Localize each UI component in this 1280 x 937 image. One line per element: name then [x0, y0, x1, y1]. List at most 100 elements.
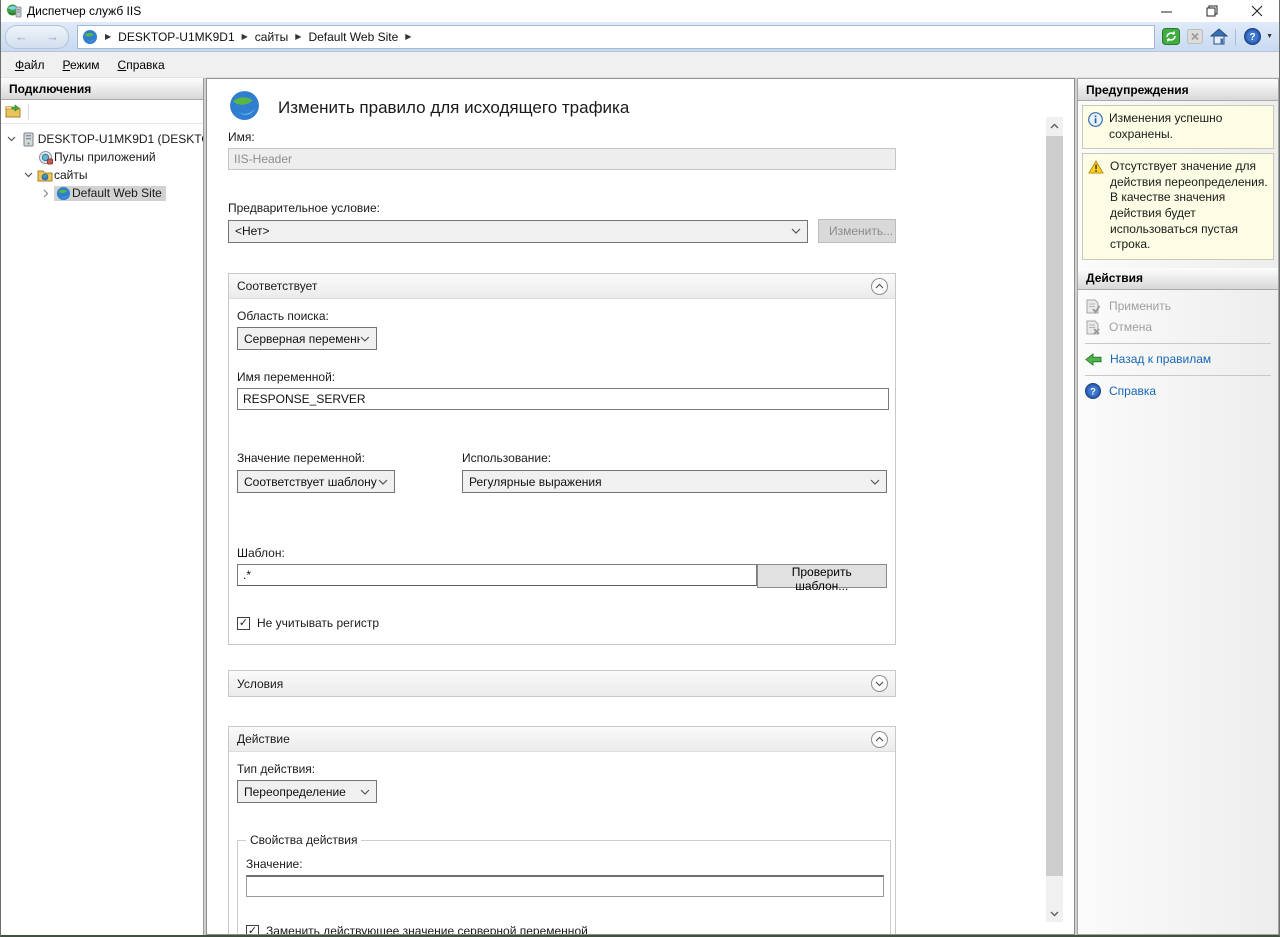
precondition-label: Предварительное условие:	[228, 201, 1046, 215]
chevron-down-icon	[875, 681, 884, 687]
value-input[interactable]	[246, 875, 884, 897]
pattern-input[interactable]	[237, 564, 757, 586]
tree-item-sites[interactable]: сайты	[1, 166, 203, 184]
actions-header: Действия	[1078, 268, 1278, 290]
minimize-button[interactable]	[1144, 0, 1189, 22]
scope-select[interactable]: Серверная переменн	[237, 327, 377, 350]
variable-value-value: Соответствует шаблону	[244, 475, 377, 489]
precondition-select[interactable]: <Нет>	[228, 220, 808, 243]
back-to-rules-action[interactable]: Назад к правилам	[1078, 349, 1278, 370]
tree-item-label: Default Web Site	[72, 186, 162, 200]
connections-tree: DESKTOP-U1MK9D1 (DESKTOP Пулы приложений	[1, 124, 203, 202]
menu-file[interactable]: Файл	[7, 55, 53, 75]
variable-value-label: Значение переменной:	[237, 451, 462, 465]
svg-text:?: ?	[1090, 386, 1096, 397]
conditions-section-header[interactable]: Условия	[229, 671, 895, 696]
alert-text: Изменения успешно сохранены.	[1109, 111, 1269, 142]
close-icon	[1251, 5, 1263, 17]
apply-icon	[1085, 299, 1101, 314]
pattern-label: Шаблон:	[237, 546, 887, 560]
refresh-icon	[1162, 28, 1180, 45]
collapse-section-button[interactable]	[871, 278, 888, 295]
ignore-case-row[interactable]: Не учитывать регистр	[237, 616, 887, 630]
action-type-select[interactable]: Переопределение	[237, 780, 377, 803]
back-icon[interactable]: ←	[15, 29, 28, 44]
vertical-scrollbar[interactable]	[1046, 117, 1063, 922]
breadcrumb[interactable]: ▶ DESKTOP-U1MK9D1 ▶ сайты ▶ Default Web …	[77, 25, 1155, 49]
tree-item-app-pools[interactable]: Пулы приложений	[1, 148, 203, 166]
chevron-down-icon[interactable]	[20, 172, 36, 178]
globe-icon	[82, 29, 98, 45]
restore-button[interactable]	[1189, 0, 1234, 22]
action-section-header[interactable]: Действие	[229, 727, 895, 752]
help-dropdown-icon[interactable]: ▼	[1266, 33, 1273, 40]
back-to-rules-label: Назад к правилам	[1110, 352, 1211, 366]
action-section: Действие Тип действия: Переопределение С…	[228, 726, 896, 935]
breadcrumb-item-server[interactable]: DESKTOP-U1MK9D1	[118, 30, 234, 44]
scrollbar-thumb[interactable]	[1046, 136, 1063, 876]
replace-value-label: Заменить действующее значение серверной …	[266, 924, 588, 935]
ignore-case-label: Не учитывать регистр	[257, 616, 379, 630]
variable-name-input[interactable]	[237, 388, 889, 410]
help-icon: ?	[1085, 383, 1101, 399]
match-section: Соответствует Область поиска: Серверная …	[228, 273, 896, 645]
test-pattern-button[interactable]: Проверить шаблон...	[757, 564, 887, 588]
help-button[interactable]: ?	[1242, 28, 1262, 46]
cancel-label: Отмена	[1109, 320, 1152, 334]
chevron-down-icon	[360, 336, 370, 342]
breadcrumb-item-sites[interactable]: сайты	[255, 30, 289, 44]
tree-item-default-web-site[interactable]: Default Web Site	[1, 184, 203, 202]
alert-warning: Отсутствует значение для действия переоп…	[1082, 153, 1274, 260]
conditions-section-title: Условия	[237, 677, 283, 691]
tree-item-label: сайты	[54, 168, 88, 182]
actions-list: Применить Отмена Назад к п	[1078, 290, 1278, 402]
save-connection-icon[interactable]	[5, 104, 22, 119]
help-label: Справка	[1109, 384, 1156, 398]
menu-view[interactable]: Режим	[55, 55, 108, 75]
refresh-button[interactable]	[1161, 28, 1181, 46]
nav-cloud: ← →	[5, 25, 69, 49]
scroll-down-button[interactable]	[1046, 905, 1063, 922]
actions-divider	[1085, 343, 1271, 344]
page-header: Изменить правило для исходящего трафика	[228, 89, 1046, 122]
app-body: Подключения	[1, 78, 1279, 935]
match-section-header[interactable]: Соответствует	[229, 274, 895, 299]
selected-tree-item[interactable]: Default Web Site	[54, 186, 166, 201]
application-pools-icon	[36, 150, 54, 165]
conditions-section: Условия	[228, 670, 896, 697]
home-button[interactable]	[1209, 28, 1229, 46]
collapse-section-button[interactable]	[871, 731, 888, 748]
menu-help[interactable]: Справка	[110, 55, 173, 75]
chevron-down-icon[interactable]	[4, 136, 20, 142]
forward-icon[interactable]: →	[46, 29, 59, 44]
restore-icon	[1206, 5, 1218, 17]
scroll-up-button[interactable]	[1046, 117, 1063, 134]
name-input	[228, 148, 896, 170]
title-bar: Диспетчер служб IIS	[1, 0, 1279, 22]
action-section-title: Действие	[237, 732, 290, 746]
chevron-right-icon[interactable]	[38, 189, 54, 198]
chevron-up-icon	[875, 736, 884, 742]
stop-icon	[1187, 29, 1203, 44]
using-select[interactable]: Регулярные выражения	[462, 470, 887, 493]
back-arrow-icon	[1085, 353, 1102, 366]
site-globe-icon	[54, 186, 72, 201]
action-type-label: Тип действия:	[237, 762, 887, 776]
replace-value-checkbox[interactable]	[246, 925, 259, 936]
ignore-case-checkbox[interactable]	[237, 617, 250, 630]
alert-info: Изменения успешно сохранены.	[1082, 105, 1274, 149]
replace-value-row[interactable]: Заменить действующее значение серверной …	[246, 924, 884, 935]
breadcrumb-separator-icon: ▶	[242, 32, 248, 41]
action-properties-legend: Свойства действия	[246, 833, 361, 847]
info-icon	[1088, 112, 1103, 127]
variable-value-select[interactable]: Соответствует шаблону	[237, 470, 395, 493]
expand-section-button[interactable]	[871, 675, 888, 692]
help-action[interactable]: ? Справка	[1078, 381, 1278, 402]
close-button[interactable]	[1234, 0, 1279, 22]
menu-bar: Файл Режим Справка	[1, 52, 1279, 78]
tree-item-server[interactable]: DESKTOP-U1MK9D1 (DESKTOP	[1, 130, 203, 148]
toolbar-divider	[1235, 29, 1236, 45]
alert-text: Отсутствует значение для действия переоп…	[1110, 159, 1269, 253]
address-bar: ← → ▶ DESKTOP-U1MK9D1 ▶ сайты ▶ Default …	[1, 22, 1279, 52]
breadcrumb-item-site[interactable]: Default Web Site	[308, 30, 398, 44]
